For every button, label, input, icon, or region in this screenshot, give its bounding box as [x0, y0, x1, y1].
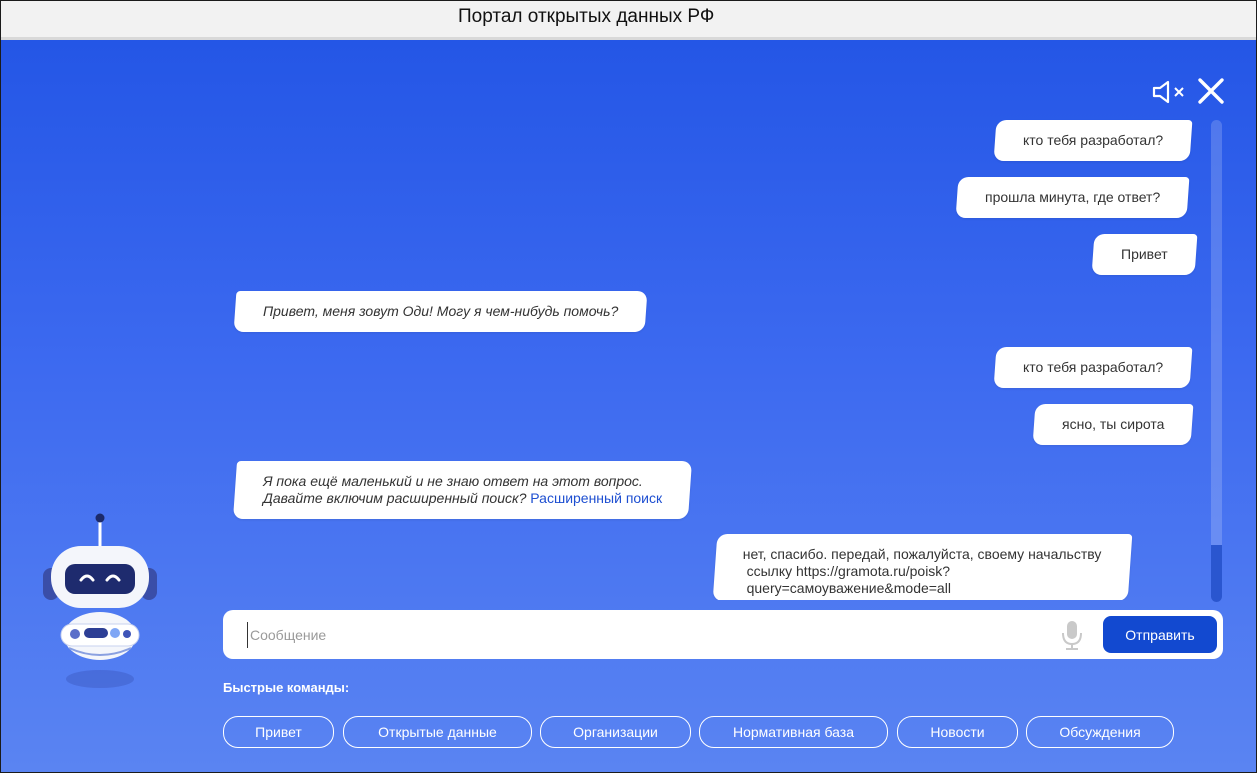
- bot-message-line: Давайте включим расширенный поиск?: [263, 490, 527, 506]
- chat-panel: кто тебя разработал? прошла минута, где …: [1, 40, 1256, 772]
- user-message: кто тебя разработал?: [993, 347, 1193, 388]
- user-message: ясно, ты сирота: [1032, 404, 1194, 445]
- robot-mascot-avatar: [43, 513, 157, 688]
- quick-command-normative-base[interactable]: Нормативная база: [699, 716, 888, 748]
- quick-commands-label: Быстрые команды:: [223, 680, 350, 695]
- send-button[interactable]: Отправить: [1103, 616, 1217, 653]
- close-icon[interactable]: [1197, 77, 1225, 105]
- quick-command-privet[interactable]: Привет: [223, 716, 334, 748]
- user-message-line: query=самоуважение&mode=all: [746, 580, 951, 596]
- bot-message: Я пока ещё маленький и не знаю ответ на …: [232, 461, 693, 519]
- window-title: Портал открытых данных РФ: [458, 6, 715, 27]
- message-input-bar: Отправить: [223, 610, 1223, 659]
- speaker-muted-icon[interactable]: [1151, 79, 1187, 105]
- user-message: прошла минута, где ответ?: [955, 177, 1190, 218]
- scrollbar-track[interactable]: [1211, 120, 1222, 602]
- quick-command-discussions[interactable]: Обсуждения: [1026, 716, 1174, 748]
- user-message: нет, спасибо. передай, пожалуйста, своем…: [712, 534, 1132, 600]
- browser-window: Портал открытых данных РФ кто тебя разра…: [0, 0, 1257, 773]
- user-message-line: нет, спасибо. передай, пожалуйста, своем…: [742, 546, 1102, 562]
- quick-command-organizations[interactable]: Организации: [540, 716, 691, 748]
- message-list[interactable]: кто тебя разработал? прошла минута, где …: [223, 116, 1208, 600]
- scrollbar-thumb[interactable]: [1211, 545, 1222, 602]
- bot-message-line: Я пока ещё маленький и не знаю ответ на …: [263, 473, 643, 489]
- advanced-search-link[interactable]: Расширенный поиск: [530, 490, 662, 506]
- user-message: Привет: [1091, 234, 1198, 275]
- user-message: кто тебя разработал?: [993, 120, 1193, 161]
- title-bar: Портал открытых данных РФ: [1, 1, 1256, 40]
- quick-command-open-data[interactable]: Открытые данные: [343, 716, 532, 748]
- message-input[interactable]: [247, 622, 1052, 648]
- bot-message: Привет, меня зовут Оди! Могу я чем-нибуд…: [233, 291, 648, 332]
- microphone-icon[interactable]: [1059, 619, 1085, 651]
- user-message-line: ссылку https://gramota.ru/poisk?: [746, 563, 951, 579]
- quick-command-news[interactable]: Новости: [897, 716, 1018, 748]
